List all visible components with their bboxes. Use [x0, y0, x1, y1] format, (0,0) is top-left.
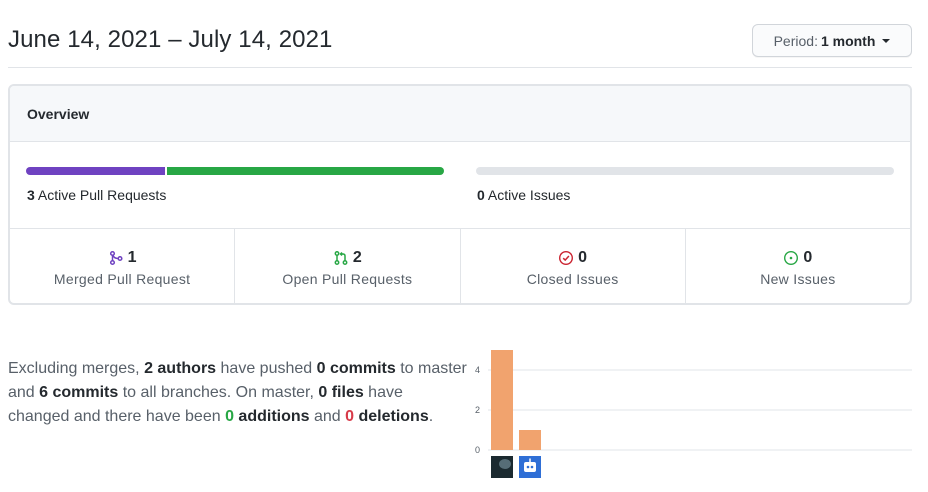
summary-text: to all branches. On master,	[118, 384, 319, 401]
authors-count: 2 authors	[144, 360, 217, 377]
additions-count: 0	[225, 408, 234, 425]
commits-chart-svg: 0 2 4	[475, 350, 912, 478]
new-issues-stat[interactable]: 0 New Issues	[686, 229, 910, 303]
git-merge-icon	[108, 250, 124, 266]
closed-issues-stat[interactable]: 0 Closed Issues	[461, 229, 686, 303]
bot-eye	[526, 465, 530, 469]
period-value: 1 month	[820, 32, 876, 49]
y-tick-label: 2	[475, 405, 480, 415]
commit-bar	[519, 430, 541, 450]
open-pull-requests-stat[interactable]: 2 Open Pull Requests	[235, 229, 461, 303]
date-range-title: June 14, 2021 – July 14, 2021	[8, 26, 333, 53]
issue-closed-icon	[558, 250, 574, 266]
summary-text: .	[428, 408, 434, 425]
overview-stats: 1 Merged Pull Request 2 Open Pull Reques…	[10, 229, 910, 303]
merged-count: 1	[127, 249, 137, 266]
additions-word: additions	[233, 408, 310, 425]
active-pr-label: Active Pull Requests	[37, 187, 167, 203]
merged-pull-requests-stat[interactable]: 1 Merged Pull Request	[10, 229, 236, 303]
active-issues-label: Active Issues	[487, 187, 571, 203]
summary-text: Excluding merges,	[8, 360, 145, 377]
new-count: 0	[803, 249, 813, 266]
deletions-count: 0	[345, 408, 355, 425]
open-count: 2	[352, 249, 362, 266]
summary-text: and	[309, 408, 346, 425]
deletions-word: deletions	[354, 408, 429, 425]
avatar-highlight	[499, 459, 511, 469]
active-issues-count: 0	[477, 187, 485, 203]
new-label: New Issues	[760, 271, 836, 287]
all-commits-count: 6 commits	[39, 384, 119, 401]
overview-title: Overview	[10, 86, 910, 142]
git-pull-request-icon	[333, 250, 349, 266]
files-count: 0 files	[318, 384, 364, 401]
overview-bars: 3 Active Pull Requests 0 Active Issues	[10, 143, 910, 229]
commit-bar	[491, 350, 513, 450]
summary-text: have pushed	[216, 360, 317, 377]
issues-bar[interactable]	[476, 167, 894, 175]
period-dropdown-button[interactable]: Period: 1 month	[752, 24, 912, 57]
active-pr-count: 3	[27, 187, 35, 203]
commit-summary: Excluding merges, 2 authors have pushed …	[8, 357, 468, 429]
closed-count: 0	[578, 249, 588, 266]
bot-face	[524, 462, 536, 472]
y-tick-label: 0	[475, 445, 480, 455]
issue-opened-icon	[783, 250, 799, 266]
pull-requests-bar[interactable]	[26, 167, 444, 175]
active-issues-link[interactable]: 0 Active Issues	[477, 187, 570, 203]
bot-eye	[530, 465, 534, 469]
y-tick-label: 4	[475, 365, 480, 375]
caret-down-icon	[882, 38, 891, 43]
page-header: June 14, 2021 – July 14, 2021 Period: 1 …	[8, 0, 912, 68]
overview-panel: Overview 3 Active Pull Requests 0 Active…	[8, 84, 912, 305]
active-pull-requests-link[interactable]: 3 Active Pull Requests	[27, 187, 166, 203]
closed-label: Closed Issues	[526, 271, 619, 287]
merged-segment	[26, 167, 166, 175]
commits-by-author-chart: 0 2 4	[470, 340, 912, 485]
open-label: Open Pull Requests	[282, 271, 413, 287]
period-prefix: Period:	[773, 32, 818, 49]
merged-label: Merged Pull Request	[53, 271, 191, 287]
master-commits-count: 0 commits	[316, 360, 396, 377]
open-segment	[167, 167, 444, 175]
